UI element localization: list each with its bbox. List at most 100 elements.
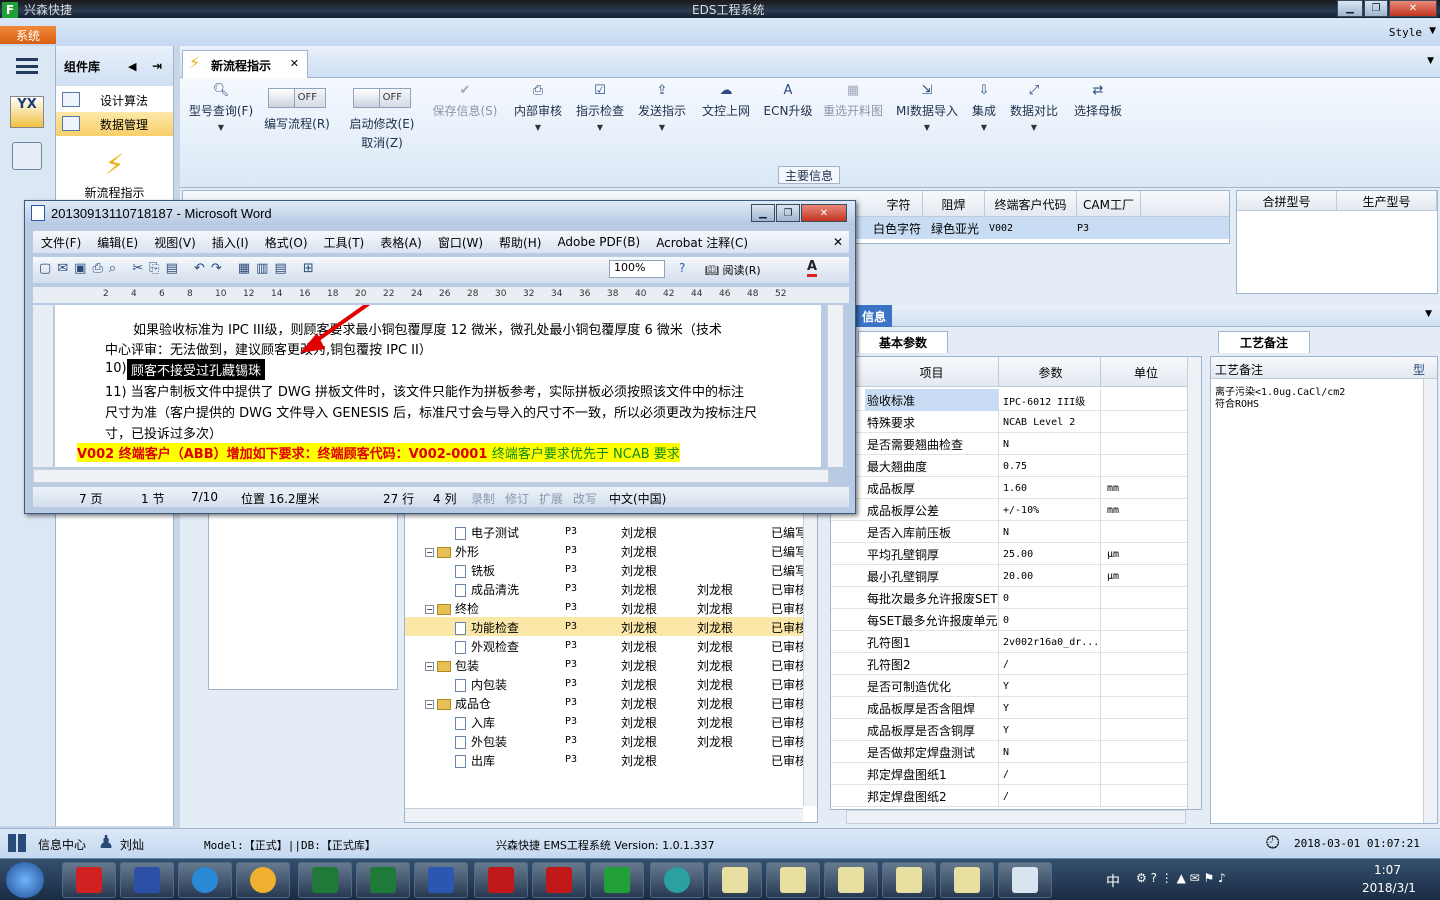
word-menu-close-icon[interactable]: ✕ (825, 235, 849, 249)
word-horizontal-scrollbar[interactable] (33, 469, 829, 483)
tree-row[interactable]: − 包装 P3 刘龙根 刘龙根 已审核 (405, 655, 807, 674)
menu-file[interactable]: 文件(F) (33, 234, 89, 251)
param-row[interactable]: 是否做邦定焊盘测试 N (831, 741, 1189, 763)
menu-adobe-pdf[interactable]: Adobe PDF(B) (549, 235, 648, 249)
param-row[interactable]: 每批次最多允许报废SET 0 (831, 587, 1189, 609)
chevron-down-icon[interactable]: ▼ (634, 123, 690, 132)
param-row[interactable]: 最小孔壁铜厚 20.00 μm (831, 565, 1189, 587)
param-row[interactable]: 是否需要翘曲检查 N (831, 433, 1189, 455)
type-query-button[interactable]: 🔍︎ 型号查询(F) ▼ (186, 80, 256, 132)
chevron-down-icon[interactable]: ▼ (1008, 123, 1060, 132)
tree-node-label[interactable]: 出库 (455, 752, 495, 769)
chevron-down-icon[interactable]: ▼ (186, 123, 256, 132)
menu-help[interactable]: 帮助(H) (491, 234, 549, 251)
minimize-button[interactable]: ▁ (1337, 0, 1363, 17)
menu-view[interactable]: 视图(V) (146, 234, 204, 251)
tree-node-label[interactable]: 内包装 (455, 676, 507, 693)
cancel-modify-label[interactable]: 取消(Z) (342, 134, 422, 151)
column-header[interactable]: 字符 (875, 191, 923, 217)
taskbar-date[interactable]: 2018/3/1 (1362, 881, 1416, 895)
mi-import-button[interactable]: ⇲ MI数据导入 ▼ (894, 80, 960, 132)
info-center-label[interactable]: 信息中心 (38, 836, 86, 853)
tree-node-label[interactable]: 电子测试 (455, 524, 519, 541)
word-vertical-scrollbar[interactable] (827, 305, 843, 467)
save-info-button[interactable]: ✔ 保存信息(S) (430, 80, 500, 119)
taskbar-pdf-1[interactable] (474, 862, 528, 898)
taskbar-app-1[interactable] (62, 862, 116, 898)
taskbar-ie[interactable] (178, 862, 232, 898)
column-header[interactable]: 参数 (1001, 357, 1101, 387)
column-header[interactable]: 工艺备注 (1215, 361, 1263, 378)
tree-node-label[interactable]: 铣板 (455, 562, 495, 579)
zoom-select[interactable]: 100% (609, 260, 665, 278)
vertical-scrollbar[interactable] (1187, 357, 1201, 809)
menu-table[interactable]: 表格(A) (372, 234, 430, 251)
menu-toggle-icon[interactable] (16, 58, 38, 74)
reselect-material-button[interactable]: ▦ 重选开料图 (820, 80, 886, 119)
word-minimize-button[interactable]: ▁ (751, 204, 775, 222)
taskbar-word[interactable] (414, 862, 468, 898)
param-row[interactable]: 是否可制造优化 Y (831, 675, 1189, 697)
instruction-check-button[interactable]: ☑ 指示检查 ▼ (572, 80, 628, 132)
ecn-upgrade-button[interactable]: A ECN升级 (760, 80, 816, 119)
menu-edit[interactable]: 编辑(E) (89, 234, 146, 251)
tab-menu-icon[interactable]: ▼ (1427, 56, 1434, 66)
main-info-group-label[interactable]: 主要信息 (778, 166, 840, 184)
param-row[interactable]: 邦定焊盘图纸2/ (831, 785, 1189, 807)
column-header[interactable]: 阻焊 (923, 191, 985, 217)
system-button[interactable]: 系统 (0, 26, 56, 44)
close-button[interactable]: ✕ (1389, 0, 1437, 17)
tree-row[interactable]: 出库 P3 刘龙根 已审核 (405, 750, 807, 769)
vertical-scrollbar[interactable] (1423, 379, 1437, 823)
tree-node-label[interactable]: − 包装 (425, 657, 479, 674)
sidebar-item-data-management[interactable]: 数据管理 (56, 112, 173, 136)
tray-icons[interactable]: ⚙ ? ⋮ ▲ ✉ ⚑ ♪ (1136, 871, 1226, 885)
pin-icon[interactable]: ⇥ (152, 59, 162, 73)
edit-flow-toggle[interactable]: OFF (268, 88, 326, 108)
tree-node-label[interactable]: − 终检 (425, 600, 479, 617)
param-row[interactable]: 邦定焊盘图纸1/ (831, 763, 1189, 785)
column-header[interactable]: CAM工厂 (1077, 191, 1141, 217)
toolbar-icons[interactable]: ▢✉▣⎙⌕ ✂⎘▤ ↶↷ ▦▥▤ ⊞ (39, 261, 320, 276)
param-row[interactable]: 孔符图2/ (831, 653, 1189, 675)
taskbar-app-17[interactable] (998, 862, 1052, 898)
taskbar-time[interactable]: 1:07 (1374, 863, 1401, 877)
status-track-changes[interactable]: 修订 (505, 490, 529, 507)
tree-row[interactable]: − 终检 P3 刘龙根 刘龙根 已审核 (405, 598, 807, 617)
style-dropdown-icon[interactable]: ▼ (1429, 26, 1436, 36)
menu-acrobat-comments[interactable]: Acrobat 注释(C) (648, 234, 756, 251)
help-icon[interactable]: ? (679, 261, 685, 275)
column-header[interactable]: 合拼型号 (1237, 191, 1337, 211)
tree-node-label[interactable]: 功能检查 (455, 619, 519, 636)
taskbar-excel-1[interactable] (298, 862, 352, 898)
tree-row[interactable]: 功能检查 P3 刘龙根 刘龙根 已审核 (405, 617, 807, 636)
collapse-down-icon[interactable]: ▼ (1425, 309, 1432, 319)
param-row[interactable]: 每SET最多允许报废单元 0 (831, 609, 1189, 631)
chevron-down-icon[interactable]: ▼ (510, 123, 566, 132)
status-record[interactable]: 录制 (471, 490, 495, 507)
ime-indicator[interactable]: 中 (1106, 871, 1120, 891)
column-header[interactable]: 单位 (1103, 357, 1189, 387)
chevron-down-icon[interactable]: ▼ (894, 123, 960, 132)
status-overtype[interactable]: 改写 (573, 490, 597, 507)
taskbar-app-15[interactable] (882, 862, 936, 898)
sidebar-item-design-algorithm[interactable]: 设计算法 (56, 88, 173, 112)
menu-insert[interactable]: 插入(I) (204, 234, 257, 251)
taskbar-pdf-2[interactable] (532, 862, 586, 898)
collapse-icon[interactable]: − (425, 662, 434, 671)
taskbar-eds[interactable] (590, 862, 644, 898)
font-color-icon[interactable]: A (807, 259, 818, 277)
taskbar-excel-2[interactable] (356, 862, 410, 898)
menu-format[interactable]: 格式(O) (257, 234, 316, 251)
param-row[interactable]: 是否入库前压板 N (831, 521, 1189, 543)
tree-node-label[interactable]: − 外形 (425, 543, 479, 560)
taskbar-app-11[interactable] (650, 862, 704, 898)
word-restore-button[interactable]: ❐ (776, 204, 800, 222)
integrate-button[interactable]: ⇩ 集成 ▼ (966, 80, 1002, 132)
tree-row[interactable]: 铣板 P3 刘龙根 已编写 (405, 560, 807, 579)
tab-new-flow-instruction[interactable]: ⚡ 新流程指示 ✕ (182, 50, 308, 79)
vertical-scrollbar[interactable] (803, 506, 817, 806)
restore-button[interactable]: ❐ (1364, 0, 1388, 17)
column-header[interactable]: 终端客户代码 (985, 191, 1077, 217)
tree-row[interactable]: 内包装 P3 刘龙根 刘龙根 已审核 (405, 674, 807, 693)
